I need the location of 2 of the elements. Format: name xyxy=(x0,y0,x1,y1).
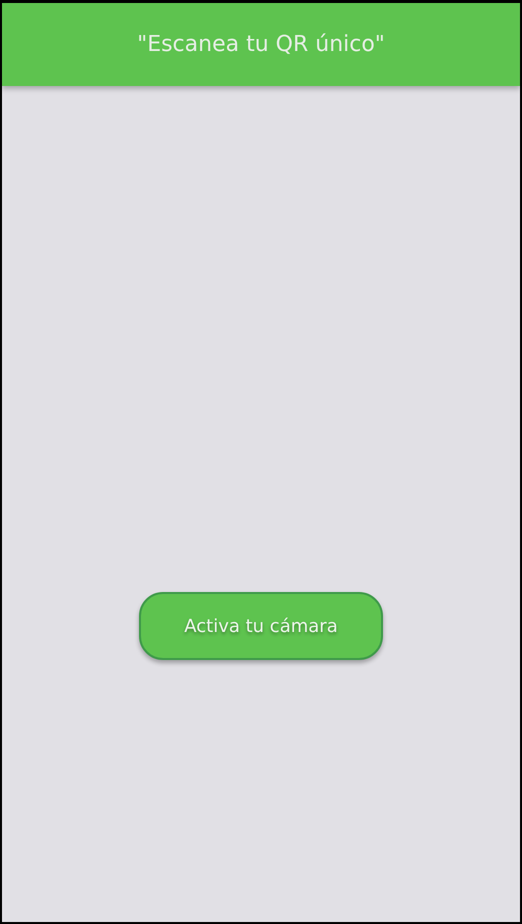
activate-camera-button[interactable]: Activa tu cámara xyxy=(139,592,383,660)
header-title: "Escanea tu QR único" xyxy=(137,32,385,57)
